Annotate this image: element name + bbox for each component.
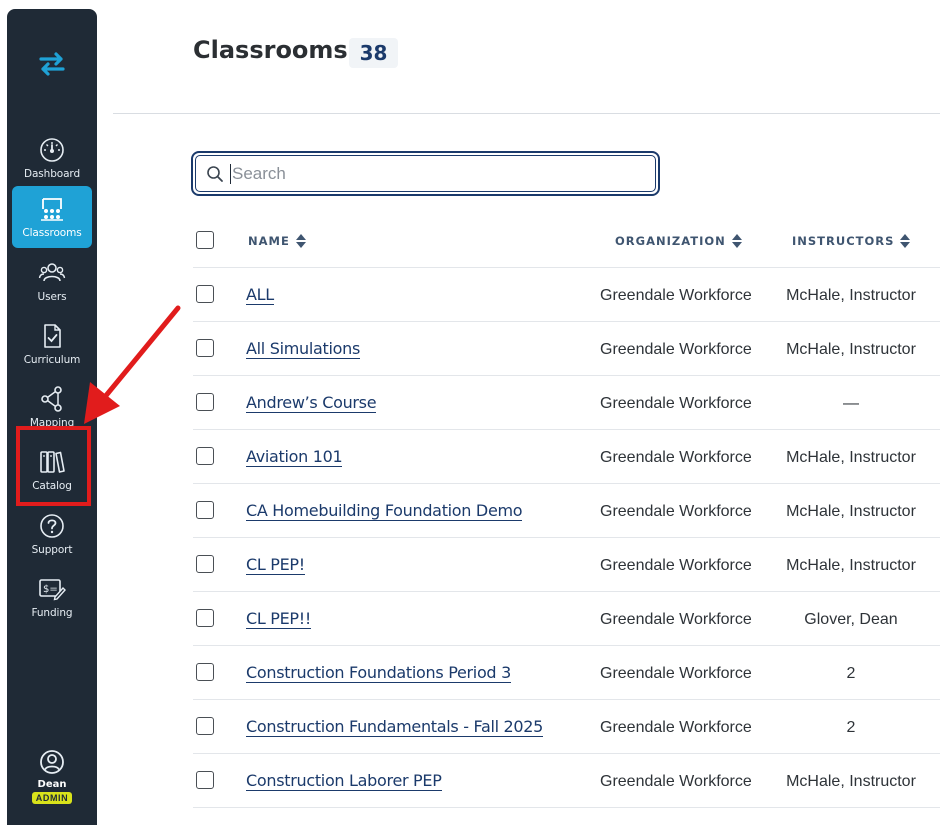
column-label: NAME <box>248 234 290 248</box>
classroom-link[interactable]: ALL <box>246 286 274 305</box>
sidebar-item-label: Support <box>31 544 73 556</box>
row-checkbox[interactable] <box>196 663 214 681</box>
sidebar-item-funding[interactable]: $= Funding <box>12 566 92 628</box>
sidebar-item-users[interactable]: Users <box>12 250 92 312</box>
sort-icon <box>295 234 306 248</box>
sort-icon <box>900 234 911 248</box>
row-checkbox[interactable] <box>196 609 214 627</box>
sidebar: Dashboard Classrooms Users Curriculum Ma… <box>7 9 97 825</box>
row-checkbox[interactable] <box>196 447 214 465</box>
instructors-cell: McHale, Instructor <box>786 773 916 790</box>
column-header-name[interactable]: NAME <box>248 234 306 248</box>
user-menu[interactable]: Dean ADMIN <box>7 749 97 804</box>
classrooms-table: NAME ORGANIZATION INSTRUCTORS ALL Greend… <box>193 214 940 808</box>
classroom-link[interactable]: Andrew’s Course <box>246 394 377 413</box>
classroom-link[interactable]: Aviation 101 <box>246 448 343 467</box>
header-divider <box>113 113 940 114</box>
gauge-icon <box>40 138 64 162</box>
classroom-link[interactable]: CL PEP!! <box>246 610 311 629</box>
table-row: Construction Laborer PEP Greendale Workf… <box>193 754 940 808</box>
instructors-cell: — <box>843 395 859 412</box>
sidebar-item-dashboard[interactable]: Dashboard <box>12 127 92 189</box>
table-header: NAME ORGANIZATION INSTRUCTORS <box>193 214 940 268</box>
user-name: Dean <box>37 779 67 790</box>
annotation-highlight-box <box>16 426 91 506</box>
table-row: Aviation 101 Greendale Workforce McHale,… <box>193 430 940 484</box>
organization-cell: Greendale Workforce <box>600 611 752 628</box>
instructors-cell: Glover, Dean <box>804 611 898 628</box>
table-row: Andrew’s Course Greendale Workforce — <box>193 376 940 430</box>
classroom-icon <box>41 198 63 221</box>
instructors-cell: McHale, Instructor <box>786 449 916 466</box>
dollar-doc-icon: $= <box>39 579 66 601</box>
search-icon <box>207 165 223 182</box>
instructors-cell: 2 <box>846 665 856 682</box>
sidebar-item-label: Classrooms <box>22 227 82 239</box>
organization-cell: Greendale Workforce <box>600 773 752 790</box>
table-row: CL PEP! Greendale Workforce McHale, Inst… <box>193 538 940 592</box>
table-row: Construction Foundations Period 3 Greend… <box>193 646 940 700</box>
classroom-link[interactable]: Construction Fundamentals - Fall 2025 <box>246 718 543 737</box>
row-checkbox[interactable] <box>196 771 214 789</box>
table-row: CA Homebuilding Foundation Demo Greendal… <box>193 484 940 538</box>
column-header-organization[interactable]: ORGANIZATION <box>615 234 742 248</box>
organization-cell: Greendale Workforce <box>600 449 752 466</box>
role-badge: ADMIN <box>31 792 73 804</box>
sidebar-item-label: Dashboard <box>23 168 81 180</box>
document-check-icon <box>44 324 61 348</box>
row-checkbox[interactable] <box>196 393 214 411</box>
search-box <box>191 151 660 196</box>
sidebar-item-support[interactable]: Support <box>12 503 92 565</box>
instructors-cell: McHale, Instructor <box>786 503 916 520</box>
swap-arrows-icon <box>39 52 65 76</box>
svg-text:$=: $= <box>43 584 58 595</box>
classroom-link[interactable]: Construction Foundations Period 3 <box>246 664 511 683</box>
instructors-cell: McHale, Instructor <box>786 287 916 304</box>
row-checkbox[interactable] <box>196 501 214 519</box>
sidebar-item-label: Curriculum <box>23 354 81 366</box>
table-row: CL PEP!! Greendale Workforce Glover, Dea… <box>193 592 940 646</box>
organization-cell: Greendale Workforce <box>600 719 752 736</box>
users-icon <box>38 263 66 282</box>
table-row: ALL Greendale Workforce McHale, Instruct… <box>193 268 940 322</box>
search-field[interactable] <box>195 155 656 192</box>
sidebar-item-classrooms[interactable]: Classrooms <box>12 186 92 248</box>
user-avatar-icon <box>40 750 64 774</box>
classroom-link[interactable]: Construction Laborer PEP <box>246 772 442 791</box>
page-title: Classrooms <box>193 36 348 64</box>
sidebar-item-label: Users <box>37 291 67 303</box>
text-cursor <box>230 163 231 184</box>
column-label: INSTRUCTORS <box>792 234 895 248</box>
row-checkbox[interactable] <box>196 717 214 735</box>
organization-cell: Greendale Workforce <box>600 395 752 412</box>
instructors-cell: McHale, Instructor <box>786 341 916 358</box>
classroom-link[interactable]: CL PEP! <box>246 556 305 575</box>
search-input[interactable] <box>232 163 632 184</box>
organization-cell: Greendale Workforce <box>600 287 752 304</box>
classroom-link[interactable]: All Simulations <box>246 340 360 359</box>
count-badge: 38 <box>349 38 398 68</box>
organization-cell: Greendale Workforce <box>600 341 752 358</box>
instructors-cell: 2 <box>846 719 856 736</box>
row-checkbox[interactable] <box>196 285 214 303</box>
organization-cell: Greendale Workforce <box>600 503 752 520</box>
sidebar-item-label: Funding <box>31 607 73 619</box>
column-label: ORGANIZATION <box>615 234 726 248</box>
instructors-cell: McHale, Instructor <box>786 557 916 574</box>
classroom-link[interactable]: CA Homebuilding Foundation Demo <box>246 502 523 521</box>
organization-cell: Greendale Workforce <box>600 665 752 682</box>
table-row: All Simulations Greendale Workforce McHa… <box>193 322 940 376</box>
sort-icon <box>731 234 742 248</box>
table-row: Construction Fundamentals - Fall 2025 Gr… <box>193 700 940 754</box>
brand-logo[interactable] <box>7 49 97 79</box>
sidebar-item-curriculum[interactable]: Curriculum <box>12 313 92 375</box>
select-all-checkbox[interactable] <box>196 231 214 249</box>
row-checkbox[interactable] <box>196 555 214 573</box>
row-checkbox[interactable] <box>196 339 214 357</box>
organization-cell: Greendale Workforce <box>600 557 752 574</box>
help-circle-icon <box>40 514 64 538</box>
share-nodes-icon <box>41 386 62 412</box>
column-header-instructors[interactable]: INSTRUCTORS <box>792 234 911 248</box>
